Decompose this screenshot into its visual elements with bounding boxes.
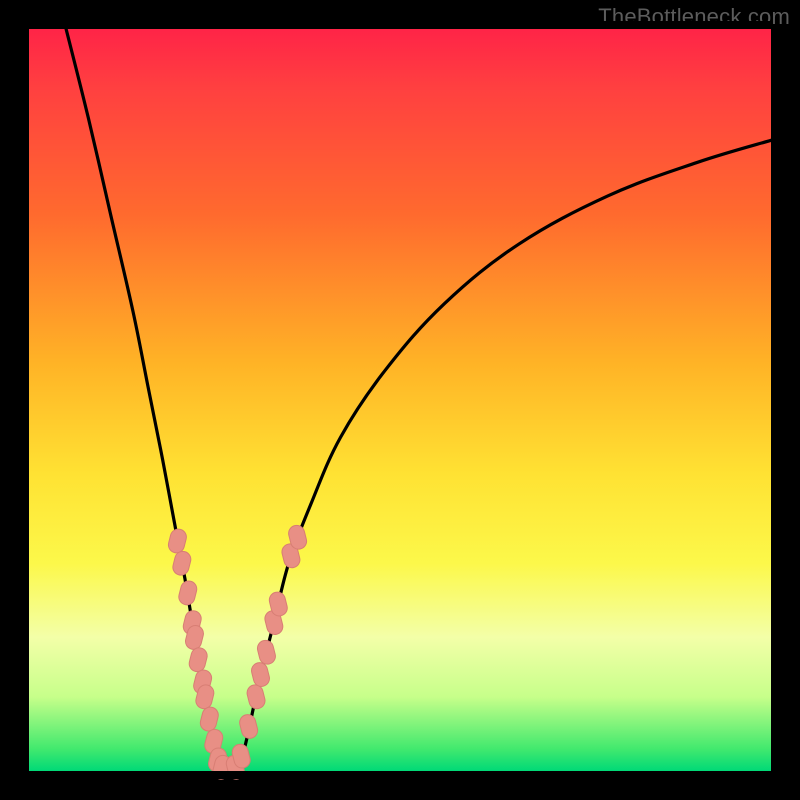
chart-svg (29, 29, 771, 771)
frame-top (29, 21, 771, 29)
chart-stage: TheBottleneck.com (0, 0, 800, 800)
datapoint-marker (256, 639, 277, 666)
plot-area (29, 29, 771, 771)
datapoint-marker (167, 527, 188, 554)
datapoint-marker (238, 713, 259, 740)
marker-layer (167, 524, 309, 781)
datapoint-marker (171, 550, 192, 577)
datapoint-marker (188, 646, 209, 673)
datapoint-marker (177, 579, 198, 606)
curve-layer (66, 29, 771, 771)
datapoint-marker (250, 661, 271, 688)
series-right-branch (239, 140, 771, 771)
datapoint-marker (199, 705, 220, 732)
datapoint-marker (245, 683, 266, 710)
frame-bottom (29, 771, 771, 779)
